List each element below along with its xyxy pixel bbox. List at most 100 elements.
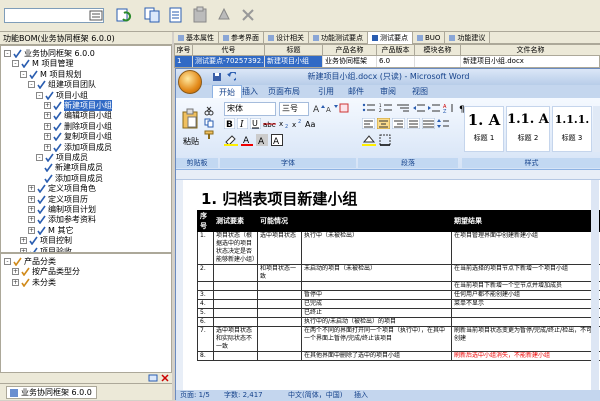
product-category-tree[interactable]: -产品分类+按产品类型分+未分类 [0,253,172,373]
tree-node[interactable]: +编辑项目小组 [44,110,112,121]
grid-cell[interactable]: 业务协同框架 [323,56,377,67]
tree-node[interactable]: +删除项目小组 [44,121,112,132]
grid-cell[interactable]: 新建项目小组.docx [461,56,600,67]
tree-node[interactable]: 新建项目成员 [44,162,103,173]
grid-cell[interactable]: 6.0 [377,56,415,67]
tree-node[interactable]: -业务协同框架 6.0.0 [4,48,95,59]
char-shading-icon[interactable]: A [256,134,268,146]
tree-node[interactable]: -产品分类 [4,256,56,267]
superscript-icon[interactable]: x2 [292,118,303,129]
tab-6[interactable]: 功能建议 [445,32,490,44]
grid-header[interactable]: 序号 [175,45,193,56]
tree-node[interactable]: -M 项目管理 [12,58,73,69]
expander-icon[interactable]: + [44,144,51,151]
style-heading-3[interactable]: 1.1.1. 标题 3 [552,106,592,152]
bold-button[interactable]: B [224,118,235,129]
multilevel-list-icon[interactable] [396,103,410,113]
paste-button[interactable] [180,108,200,134]
expander-icon[interactable]: + [28,206,35,213]
grid-cell[interactable]: 新建项目小组 [265,56,323,67]
cut-icon[interactable] [204,106,214,116]
grid-cell[interactable] [415,56,461,67]
tree-node[interactable]: 添加项目成员 [44,173,103,184]
grid-header[interactable]: 产品版本 [377,45,415,56]
grid-cell[interactable]: 测试要点-70257392... [193,56,265,67]
shading-icon[interactable] [362,134,376,146]
sync-icon[interactable] [148,373,158,383]
sort-icon[interactable]: AZ [443,103,455,113]
expander-icon[interactable]: + [44,123,51,130]
expander-icon[interactable]: - [4,258,11,265]
char-border-icon[interactable]: A [271,134,283,146]
tree-node[interactable]: +添加项目成员 [44,142,112,153]
justify-button[interactable] [407,118,420,129]
expander-icon[interactable]: - [12,60,19,67]
expander-icon[interactable]: - [28,81,35,88]
document-page[interactable]: 1. 归档表项目新建小组 序号测试要素可能情况期望结果 1.项目状态（根据选中的… [183,180,600,390]
office-button[interactable] [178,70,202,94]
tree-node[interactable]: +项目控制 [20,235,72,246]
ribbon-tab-4[interactable]: 邮件 [348,85,364,98]
decrease-indent-icon[interactable] [413,103,425,113]
shrink-font-icon[interactable]: A [326,103,338,113]
style-heading-2[interactable]: 1.1. A 标题 2 [506,106,550,152]
highlight-color-icon[interactable] [224,134,238,146]
increase-indent-icon[interactable] [428,103,440,113]
expander-icon[interactable]: + [20,237,27,244]
copy-icon[interactable] [142,5,162,25]
strikethrough-icon[interactable]: abc [263,118,277,129]
pane-close-icon[interactable] [160,373,170,383]
font-size-select[interactable]: 三号 [279,102,309,116]
tree-node[interactable]: -M 项目规划 [20,69,81,80]
expander-icon[interactable]: + [44,112,51,119]
expander-icon[interactable]: + [12,279,19,286]
grid-header[interactable]: 产品名称 [323,45,377,56]
ribbon-tab-3[interactable]: 引用 [318,85,334,98]
tree-node[interactable]: -组建项目团队 [28,79,96,90]
tab-3[interactable]: 功能测试要点 [309,32,368,44]
undo-icon[interactable] [226,72,236,82]
tree-node[interactable]: +复制项目小组 [44,131,112,142]
expander-icon[interactable]: + [28,196,35,203]
expander-icon[interactable]: + [28,185,35,192]
export-icon[interactable] [166,5,186,25]
expander-icon[interactable]: + [28,216,35,223]
format-painter-icon[interactable] [204,130,214,140]
document-scrollbar[interactable] [591,180,599,390]
tree-node[interactable]: +项目验收 [20,246,72,253]
underline-button[interactable]: U [250,118,261,129]
styles-scroll[interactable] [593,106,600,152]
font-color-icon[interactable]: A [241,134,253,146]
align-right-button[interactable] [392,118,405,129]
grid-cell[interactable]: 1 [175,56,193,67]
ribbon-tab-0[interactable]: 开始 [212,85,242,98]
grid-header[interactable]: 标题 [265,45,323,56]
tree-node[interactable]: +编制项目计划 [28,204,96,215]
distribute-button[interactable] [422,118,435,129]
tab-4[interactable]: 测试要点 [368,32,413,44]
tree-node[interactable]: -项目小组 [36,90,88,101]
subscript-icon[interactable]: x2 [279,118,290,129]
test-points-grid[interactable]: 序号1代号测试要点-70257392...标题新建项目小组产品名称业务协同框架产… [174,44,600,68]
ribbon-tab-2[interactable]: 页面布局 [268,85,300,98]
align-center-button[interactable] [377,118,390,129]
tab-2[interactable]: 设计相关 [264,32,309,44]
grid-header[interactable]: 模块名称 [415,45,461,56]
font-name-select[interactable]: 宋体 [224,102,276,116]
grow-font-icon[interactable]: A [313,103,325,113]
tree-node[interactable]: +定义项目历 [28,194,88,205]
grid-header[interactable]: 文件名称 [461,45,600,56]
expander-icon[interactable]: + [28,227,35,234]
tree-node[interactable]: -项目成员 [36,152,88,163]
refresh-icon[interactable] [114,5,134,25]
tree-node[interactable]: +M 其它 [28,225,73,236]
bullets-icon[interactable] [362,103,376,113]
expander-icon[interactable]: - [4,50,11,57]
borders-icon[interactable] [379,134,391,146]
tree-node[interactable]: +按产品类型分 [12,266,80,277]
expander-icon[interactable]: + [12,268,19,275]
ribbon-tab-6[interactable]: 视图 [412,85,428,98]
expander-icon[interactable]: - [20,71,27,78]
align-left-button[interactable] [362,118,375,129]
expander-icon[interactable]: + [44,133,51,140]
